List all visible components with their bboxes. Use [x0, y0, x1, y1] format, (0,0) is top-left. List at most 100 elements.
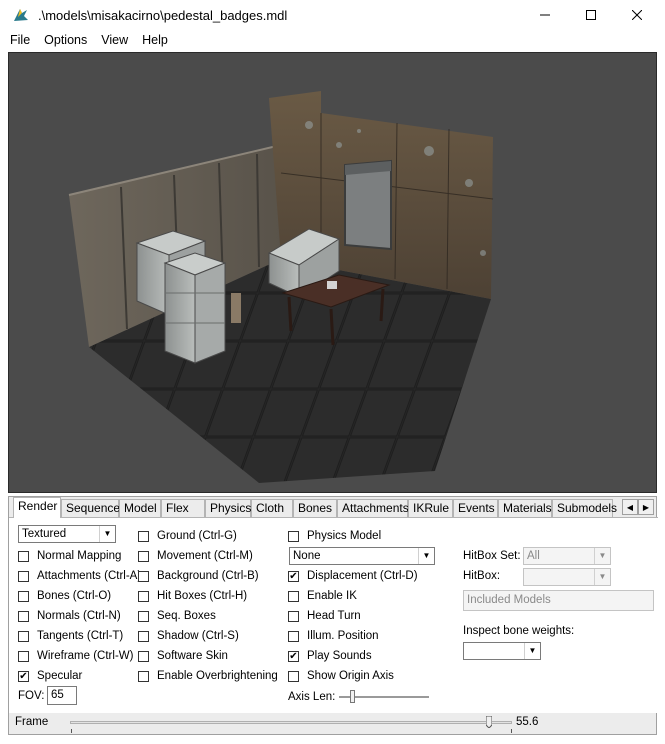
specular-checkbox[interactable]: ✔ Specular — [18, 668, 82, 684]
tab-sequence[interactable]: Sequence — [61, 499, 120, 517]
tab-bones[interactable]: Bones — [293, 499, 337, 517]
tab-ikrule[interactable]: IKRule — [408, 499, 453, 517]
tab-strip: Render Sequence Model Flex Physics Cloth… — [9, 497, 658, 518]
tab-materials[interactable]: Materials — [498, 499, 552, 517]
illum-position-label: Illum. Position — [307, 630, 379, 642]
hitbox-select[interactable]: ▼ — [523, 568, 611, 586]
checkbox-box — [138, 530, 149, 542]
close-icon — [632, 10, 642, 20]
tab-physics[interactable]: Physics — [205, 499, 251, 517]
normal-mapping-label: Normal Mapping — [37, 550, 122, 562]
checkbox-box — [138, 630, 149, 642]
checkbox-box — [138, 610, 149, 622]
menu-file[interactable]: File — [0, 30, 37, 50]
ground-ctrl-g-checkbox[interactable]: Ground (Ctrl-G) — [138, 528, 237, 544]
tab-events[interactable]: Events — [453, 499, 498, 517]
control-panel: Render Sequence Model Flex Physics Cloth… — [8, 496, 658, 714]
render-tab-body: Textured ▼ Normal Mapping Attachments (Ct… — [9, 517, 658, 714]
shadow-ctrl-s-checkbox[interactable]: Shadow (Ctrl-S) — [138, 628, 239, 644]
menu-view[interactable]: View — [94, 30, 135, 50]
tab-render[interactable]: Render — [13, 497, 61, 518]
render-mode-select[interactable]: Textured ▼ — [18, 525, 116, 543]
chevron-down-icon: ▼ — [418, 548, 434, 564]
minimize-button[interactable] — [522, 0, 568, 30]
displacement-ctrl-d-checkbox[interactable]: ✔ Displacement (Ctrl-D) — [288, 568, 418, 584]
tab-attachments[interactable]: Attachments — [337, 499, 409, 517]
tab-cloth[interactable]: Cloth — [251, 499, 293, 517]
specular-label: Specular — [37, 670, 83, 682]
tab-scroll-right-button[interactable]: ▶ — [638, 499, 654, 515]
window-title: .\models\misakacirno\pedestal_badges.mdl — [38, 8, 288, 23]
physics-model-select[interactable]: None ▼ — [289, 547, 435, 565]
minimize-icon — [540, 14, 550, 16]
normals-ctrl-n-label: Normals (Ctrl-N) — [37, 610, 121, 622]
seq-boxes-checkbox[interactable]: Seq. Boxes — [138, 608, 216, 624]
hitbox-set-value: All — [527, 550, 540, 562]
checkbox-box — [138, 650, 149, 662]
software-skin-checkbox[interactable]: Software Skin — [138, 648, 228, 664]
checkbox-box — [18, 650, 29, 662]
checkbox-box — [288, 670, 299, 682]
fov-label: FOV: — [18, 690, 45, 702]
play-sounds-checkbox[interactable]: ✔ Play Sounds — [288, 648, 372, 664]
arrow-left-icon: ◀ — [626, 502, 634, 512]
hitbox-set-select[interactable]: All ▼ — [523, 547, 611, 565]
frame-slider-thumb[interactable] — [486, 716, 492, 728]
attachments-ctrl-a-checkbox[interactable]: Attachments (Ctrl-A) — [18, 568, 141, 584]
maximize-button[interactable] — [568, 0, 614, 30]
fov-input[interactable]: 65 — [47, 686, 77, 705]
show-origin-axis-checkbox[interactable]: Show Origin Axis — [288, 668, 394, 684]
tab-flex[interactable]: Flex — [161, 499, 205, 517]
chevron-down-icon: ▼ — [594, 569, 610, 585]
chevron-down-icon: ▼ — [524, 643, 540, 659]
frame-value: 55.6 — [516, 716, 539, 728]
enable-overbrightening-checkbox[interactable]: Enable Overbrightening — [138, 668, 278, 684]
illum-position-checkbox[interactable]: Illum. Position — [288, 628, 379, 644]
hitbox-label: HitBox: — [463, 570, 501, 582]
inspect-bone-weights-select[interactable]: ▼ — [463, 642, 541, 660]
axis-len-slider[interactable] — [339, 690, 429, 704]
title-bar: .\models\misakacirno\pedestal_badges.mdl — [0, 0, 665, 30]
frame-slider-track[interactable] — [70, 721, 512, 724]
wireframe-ctrl-w-checkbox[interactable]: Wireframe (Ctrl-W) — [18, 648, 133, 664]
checkbox-box — [138, 570, 149, 582]
hlmv-app-icon — [14, 9, 28, 21]
inspect-bone-weights-label: Inspect bone weights: — [463, 625, 575, 637]
tab-submodels[interactable]: Submodels — [552, 499, 617, 517]
movement-ctrl-m-checkbox[interactable]: Movement (Ctrl-M) — [138, 548, 253, 564]
head-turn-checkbox[interactable]: Head Turn — [288, 608, 361, 624]
tangents-ctrl-t-checkbox[interactable]: Tangents (Ctrl-T) — [18, 628, 123, 644]
normals-ctrl-n-checkbox[interactable]: Normals (Ctrl-N) — [18, 608, 121, 624]
physics-select-value: None — [293, 550, 321, 562]
wireframe-ctrl-w-label: Wireframe (Ctrl-W) — [37, 650, 134, 662]
shadow-ctrl-s-label: Shadow (Ctrl-S) — [157, 630, 239, 642]
close-button[interactable] — [614, 0, 660, 30]
tangents-ctrl-t-label: Tangents (Ctrl-T) — [37, 630, 124, 642]
checkmark-icon: ✔ — [18, 670, 29, 682]
checkbox-box — [18, 570, 29, 582]
frame-label: Frame — [15, 716, 49, 728]
enable-ik-checkbox[interactable]: Enable IK — [288, 588, 357, 604]
menu-options[interactable]: Options — [37, 30, 94, 50]
movement-ctrl-m-label: Movement (Ctrl-M) — [157, 550, 253, 562]
show-origin-axis-label: Show Origin Axis — [307, 670, 394, 682]
normal-mapping-checkbox[interactable]: Normal Mapping — [18, 548, 121, 564]
hitbox-set-label: HitBox Set: — [463, 550, 521, 562]
axis-len-thumb[interactable] — [350, 690, 355, 703]
hit-boxes-ctrl-h-checkbox[interactable]: Hit Boxes (Ctrl-H) — [138, 588, 247, 604]
checkbox-box — [138, 590, 149, 602]
background-ctrl-b-checkbox[interactable]: Background (Ctrl-B) — [138, 568, 259, 584]
model-viewport[interactable] — [8, 52, 657, 493]
arrow-right-icon: ▶ — [642, 502, 650, 512]
tab-model[interactable]: Model — [119, 499, 161, 517]
physics-model-checkbox[interactable]: Physics Model — [288, 528, 381, 544]
checkbox-box — [288, 590, 299, 602]
menu-help[interactable]: Help — [135, 30, 175, 50]
maximize-icon — [586, 10, 596, 20]
checkbox-box — [138, 550, 149, 562]
checkmark-icon: ✔ — [288, 650, 299, 662]
bones-ctrl-o-checkbox[interactable]: Bones (Ctrl-O) — [18, 588, 111, 604]
tab-scroll-left-button[interactable]: ◀ — [622, 499, 638, 515]
bones-ctrl-o-label: Bones (Ctrl-O) — [37, 590, 112, 602]
head-turn-label: Head Turn — [307, 610, 361, 622]
